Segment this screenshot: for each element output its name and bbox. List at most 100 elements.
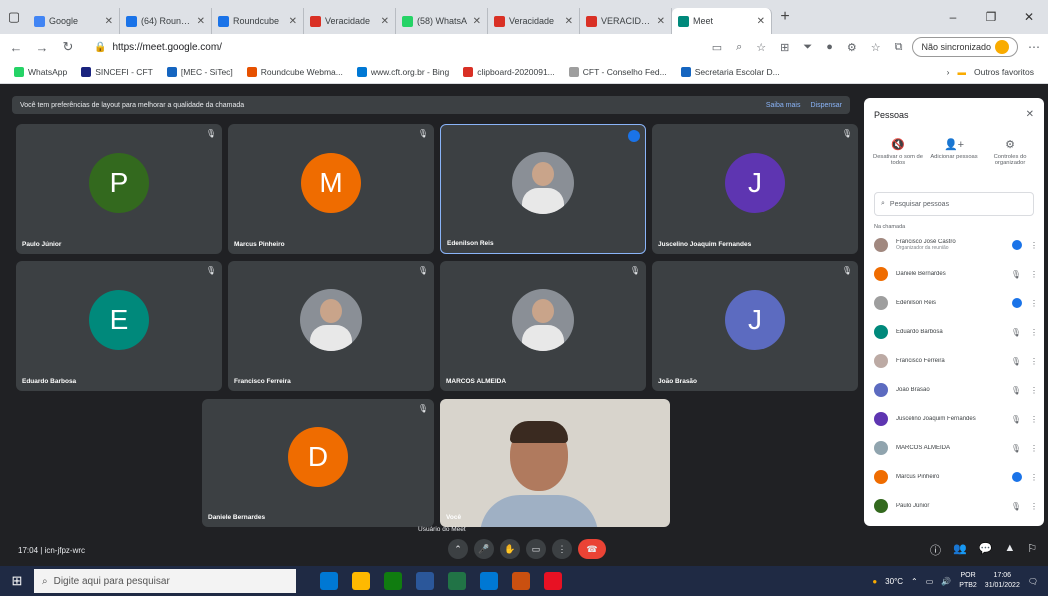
lock-meeting-icon[interactable]: ⚐ [1027, 542, 1037, 558]
participant-row[interactable]: Daniele Bernardes 🎙 ⋮ [874, 263, 1038, 285]
mic-status-icon[interactable] [1012, 472, 1022, 482]
participant-tile[interactable]: E 🎙 Eduardo Barbosa [16, 261, 222, 391]
bookmark-item[interactable]: www.cft.org.br - Bing [356, 66, 449, 77]
mic-status-icon[interactable] [1012, 240, 1022, 250]
participant-row[interactable]: Edenilson Reis ⋮ [874, 292, 1038, 314]
tab-close-icon[interactable]: ✕ [381, 16, 389, 27]
taskbar-app-icon[interactable] [416, 572, 434, 590]
participant-row[interactable]: Marcus Pinheiro ⋮ [874, 466, 1038, 488]
taskbar-app-icon[interactable] [320, 572, 338, 590]
new-tab-button[interactable]: + [772, 8, 798, 26]
participant-row[interactable]: MARCOS ALMEIDA 🎙 ⋮ [874, 437, 1038, 459]
close-panel-icon[interactable]: ✕ [1026, 109, 1034, 120]
participant-row[interactable]: João Brasão 🎙 ⋮ [874, 379, 1038, 401]
participant-row[interactable]: Eduardo Barbosa 🎙 ⋮ [874, 321, 1038, 343]
camera-icon[interactable]: ▭ [712, 41, 722, 54]
more-icon[interactable]: ⋯ [1028, 40, 1040, 54]
browser-tab[interactable]: Roundcube ✕ [212, 8, 304, 34]
panel-action-button[interactable]: ⚙ Controles do organizador [984, 138, 1036, 166]
reload-icon[interactable]: ↻ [60, 39, 76, 55]
browser-tab[interactable]: (64) Roundcub ✕ [120, 8, 212, 34]
taskbar-app-icon[interactable] [544, 572, 562, 590]
browser-tab[interactable]: (58) WhatsA ✕ [396, 8, 488, 34]
tab-close-icon[interactable]: ✕ [473, 16, 481, 27]
more-options-icon[interactable]: ⋮ [1030, 386, 1038, 395]
mic-status-icon[interactable]: 🎙 [1010, 444, 1022, 453]
other-favorites[interactable]: › ▬ Outros favoritos [947, 67, 1034, 77]
tab-close-icon[interactable]: ✕ [197, 16, 205, 27]
participant-row[interactable]: Paulo Júnior 🎙 ⋮ [874, 495, 1038, 517]
url-field[interactable]: 🔒 https://meet.google.com/ [86, 37, 702, 57]
tray-chevron-icon[interactable]: ⌃ [911, 577, 918, 586]
minimize-icon[interactable]: – [934, 10, 972, 24]
bookmark-item[interactable]: WhatsApp [14, 66, 67, 77]
weather-icon[interactable]: ● [872, 577, 877, 586]
extension-icon[interactable]: ⊞ [780, 41, 789, 54]
raise-hand-button[interactable]: ✋ [500, 539, 520, 559]
forward-icon[interactable]: → [34, 40, 50, 55]
tab-close-icon[interactable]: ✕ [657, 16, 665, 27]
more-options-icon[interactable]: ⋮ [1030, 270, 1038, 279]
tab-close-icon[interactable]: ✕ [757, 16, 765, 27]
panel-action-button[interactable]: 🔇 Desativar o som de todos [872, 138, 924, 166]
favorites-icon[interactable]: ☆ [871, 41, 881, 54]
participant-tile[interactable]: 🎙 Francisco Ferreira [228, 261, 434, 391]
participant-tile[interactable]: 🎙 MARCOS ALMEIDA [440, 261, 646, 391]
star-icon[interactable]: ☆ [756, 41, 766, 54]
people-icon[interactable]: 👥 [953, 542, 967, 558]
participant-row[interactable]: Francisco Ferreira 🎙 ⋮ [874, 350, 1038, 372]
tab-close-icon[interactable]: ✕ [565, 16, 573, 27]
temperature[interactable]: 30°C [885, 577, 903, 586]
browser-tab[interactable]: Veracidade ✕ [488, 8, 580, 34]
self-video-tile[interactable]: Você [440, 399, 670, 527]
taskbar-app-icon[interactable] [352, 572, 370, 590]
bookmark-item[interactable]: [MEC - SiTec] [166, 66, 233, 77]
participant-tile[interactable]: D 🎙 Daniele Bernardes [202, 399, 434, 527]
browser-tab[interactable]: Google ✕ [28, 8, 120, 34]
taskbar-app-icon[interactable] [480, 572, 498, 590]
more-options-icon[interactable]: ⋮ [1030, 328, 1038, 337]
activities-icon[interactable]: ▲ [1004, 542, 1015, 558]
network-icon[interactable]: ▭ [926, 577, 934, 586]
people-search-input[interactable]: ⌕ Pesquisar pessoas [874, 192, 1034, 216]
taskbar-app-icon[interactable] [384, 572, 402, 590]
taskbar-clock[interactable]: 17:06 31/01/2022 [985, 571, 1020, 591]
browser-tab[interactable]: Meet ✕ [672, 8, 772, 34]
more-options-icon[interactable]: ⋮ [1030, 241, 1038, 250]
more-options-icon[interactable]: ⋮ [1030, 299, 1038, 308]
taskbar-search-input[interactable]: ⌕ Digite aqui para pesquisar [34, 569, 296, 593]
more-options-icon[interactable]: ⋮ [1030, 415, 1038, 424]
taskbar-app-icon[interactable] [448, 572, 466, 590]
more-options-icon[interactable]: ⋮ [1030, 502, 1038, 511]
mic-status-icon[interactable]: 🎙 [1010, 357, 1022, 366]
mic-status-icon[interactable]: 🎙 [1010, 328, 1022, 337]
record-icon[interactable]: ● [826, 41, 833, 54]
more-options-icon[interactable]: ⋮ [1030, 357, 1038, 366]
filter-icon[interactable]: ⏷ [803, 41, 812, 54]
zoom-icon[interactable]: ⌕ [736, 41, 742, 54]
learn-more-link[interactable]: Saiba mais [766, 102, 801, 109]
settings-icon[interactable]: ⚙ [847, 41, 857, 54]
more-options-icon[interactable]: ⋮ [1030, 444, 1038, 453]
leave-call-button[interactable]: ☎ [578, 539, 606, 559]
mic-status-icon[interactable]: 🎙 [1010, 502, 1022, 511]
close-window-icon[interactable]: ✕ [1010, 10, 1048, 24]
window-menu-icon[interactable]: ▢ [0, 0, 28, 34]
taskbar-app-icon[interactable] [512, 572, 530, 590]
mic-status-icon[interactable]: 🎙 [1010, 386, 1022, 395]
mic-button[interactable]: 🎤 [474, 539, 494, 559]
chat-icon[interactable]: 💬 [979, 542, 993, 558]
participant-tile[interactable]: J 🎙 Juscelino Joaquim Fernandes [652, 124, 858, 254]
sync-button[interactable]: Não sincronizado [912, 37, 1018, 57]
captions-button[interactable]: ⌃ [448, 539, 468, 559]
mic-status-icon[interactable]: 🎙 [1010, 415, 1022, 424]
participant-tile[interactable]: M 🎙 Marcus Pinheiro [228, 124, 434, 254]
maximize-icon[interactable]: ❐ [972, 10, 1010, 24]
bookmark-item[interactable]: SINCEFI - CFT [81, 66, 153, 77]
panel-action-button[interactable]: 👤+ Adicionar pessoas [928, 138, 980, 166]
participant-row[interactable]: Francisco José Castro Organizador da reun… [874, 234, 1038, 256]
more-options-button[interactable]: ⋮ [552, 539, 572, 559]
language-indicator[interactable]: POR PTB2 [959, 571, 977, 591]
bookmark-item[interactable]: Secretaria Escolar D... [680, 66, 780, 77]
participant-tile[interactable]: P 🎙 Paulo Júnior [16, 124, 222, 254]
